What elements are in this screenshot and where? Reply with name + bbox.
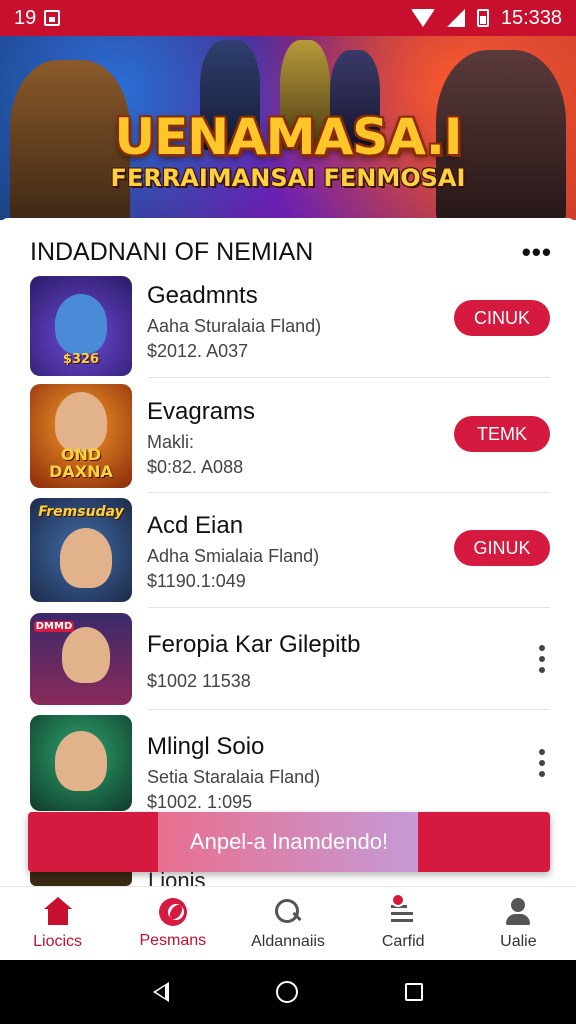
promo-snackbar[interactable]: Anpel-a Inamdendo! (28, 812, 550, 872)
nav-profile[interactable]: Ualie (461, 887, 576, 960)
game-thumbnail: $326 (30, 276, 132, 376)
thumbnail-text: OND DAXNA (49, 445, 113, 481)
snackbar-text: Anpel-a Inamdendo! (189, 829, 389, 854)
home-circle-icon[interactable] (275, 981, 298, 1003)
nav-label: Liocics (33, 932, 83, 950)
section-header: INDADNANI OF NEMIAN ••• (30, 234, 552, 270)
divider (148, 377, 550, 378)
character-art (60, 528, 112, 588)
action-button[interactable]: GINUK (454, 530, 550, 566)
nav-label: Aldannaiis (251, 932, 325, 950)
list-icon (388, 892, 418, 927)
list-item[interactable]: DMMD Feropia Kar Gilepitb $1002 11538 (30, 613, 550, 705)
nav-list[interactable]: Carfid (346, 887, 461, 960)
character-art (55, 392, 107, 452)
item-name: Feropia Kar Gilepitb (147, 631, 361, 658)
list-item[interactable]: Fremsuday Acd Eian Adha Smialaia Fland) … (30, 498, 550, 602)
signal-icon (446, 9, 465, 27)
nav-home[interactable]: Liocics (0, 887, 115, 960)
list-item[interactable]: Mlingl Soio Setia Staralaia Fland) $1002… (30, 715, 550, 812)
item-name: Mlingl Soio (147, 733, 265, 760)
home-icon (43, 896, 73, 927)
item-name: Geadmnts (147, 282, 258, 309)
game-thumbnail: DMMD (30, 613, 132, 705)
action-button[interactable]: CINUK (454, 300, 550, 336)
item-name: Evagrams (147, 398, 256, 425)
banner-title: UENAMASA.I (114, 108, 463, 166)
status-time: 15:338 (500, 6, 562, 29)
thumbnail-text: $326 (62, 352, 100, 367)
battery-icon (476, 9, 489, 27)
action-button[interactable]: TEMK (454, 416, 550, 452)
peek-thumbnail (30, 872, 132, 886)
game-thumbnail (30, 715, 132, 811)
search-icon (273, 897, 303, 927)
item-description: Adha Smialaia Fland) (147, 546, 320, 566)
item-price: $2012. A037 (147, 341, 249, 361)
item-price: $1002 11538 (147, 671, 251, 691)
nav-search[interactable]: Aldannaiis (230, 887, 345, 960)
system-nav-bar (0, 960, 576, 1024)
divider (148, 492, 550, 493)
character-art (55, 294, 107, 354)
item-description: Makli: (147, 432, 195, 452)
back-icon[interactable] (153, 982, 170, 1002)
hero-banner[interactable]: UENAMASA.I FERRAIMANSAI FENMOSAI (0, 36, 576, 220)
banner-subtitle: FERRAIMANSAI FENMOSAI (110, 164, 466, 192)
more-options-icon[interactable]: ••• (522, 237, 552, 268)
game-thumbnail: Fremsuday (30, 498, 132, 602)
nav-label: Pesmans (139, 931, 207, 949)
item-description: Aaha Sturalaia Fland) (147, 316, 322, 336)
game-thumbnail: OND DAXNA (30, 384, 132, 488)
divider (148, 709, 550, 710)
notification-icon (44, 10, 61, 26)
item-name: Acd Eian (147, 512, 244, 539)
item-price: $1190.1:049 (147, 571, 246, 591)
status-bar: 19 15:338 (0, 0, 576, 36)
nav-label: Carfid (381, 932, 425, 950)
list-card: INDADNANI OF NEMIAN ••• $326 Geadmnts Aa… (0, 218, 576, 888)
item-menu-icon[interactable] (536, 749, 548, 777)
character-art (55, 731, 107, 791)
list-item[interactable]: OND DAXNA Evagrams Makli: $0:82. A088 TE… (30, 384, 550, 488)
user-icon (503, 897, 533, 927)
thumbnail-text: Fremsuday (38, 504, 124, 520)
thumbnail-badge: DMMD (34, 621, 74, 632)
item-description: Setia Staralaia Fland) (147, 767, 321, 787)
character-art (62, 627, 110, 683)
recent-apps-icon[interactable] (404, 983, 423, 1001)
wifi-icon (410, 9, 435, 27)
nav-label: Ualie (500, 932, 537, 950)
item-menu-icon[interactable] (536, 645, 548, 673)
compass-icon (158, 897, 187, 926)
nav-explore[interactable]: Pesmans (115, 887, 230, 960)
status-left-text: 19 (14, 6, 37, 29)
item-price: $1002. 1:095 (147, 792, 253, 812)
section-title: INDADNANI OF NEMIAN (30, 237, 314, 266)
list-item[interactable]: $326 Geadmnts Aaha Sturalaia Fland) $201… (30, 276, 550, 376)
item-price: $0:82. A088 (147, 457, 244, 477)
divider (148, 607, 550, 608)
bottom-nav: Liocics Pesmans Aldannaiis Carfid Ualie (0, 886, 576, 960)
